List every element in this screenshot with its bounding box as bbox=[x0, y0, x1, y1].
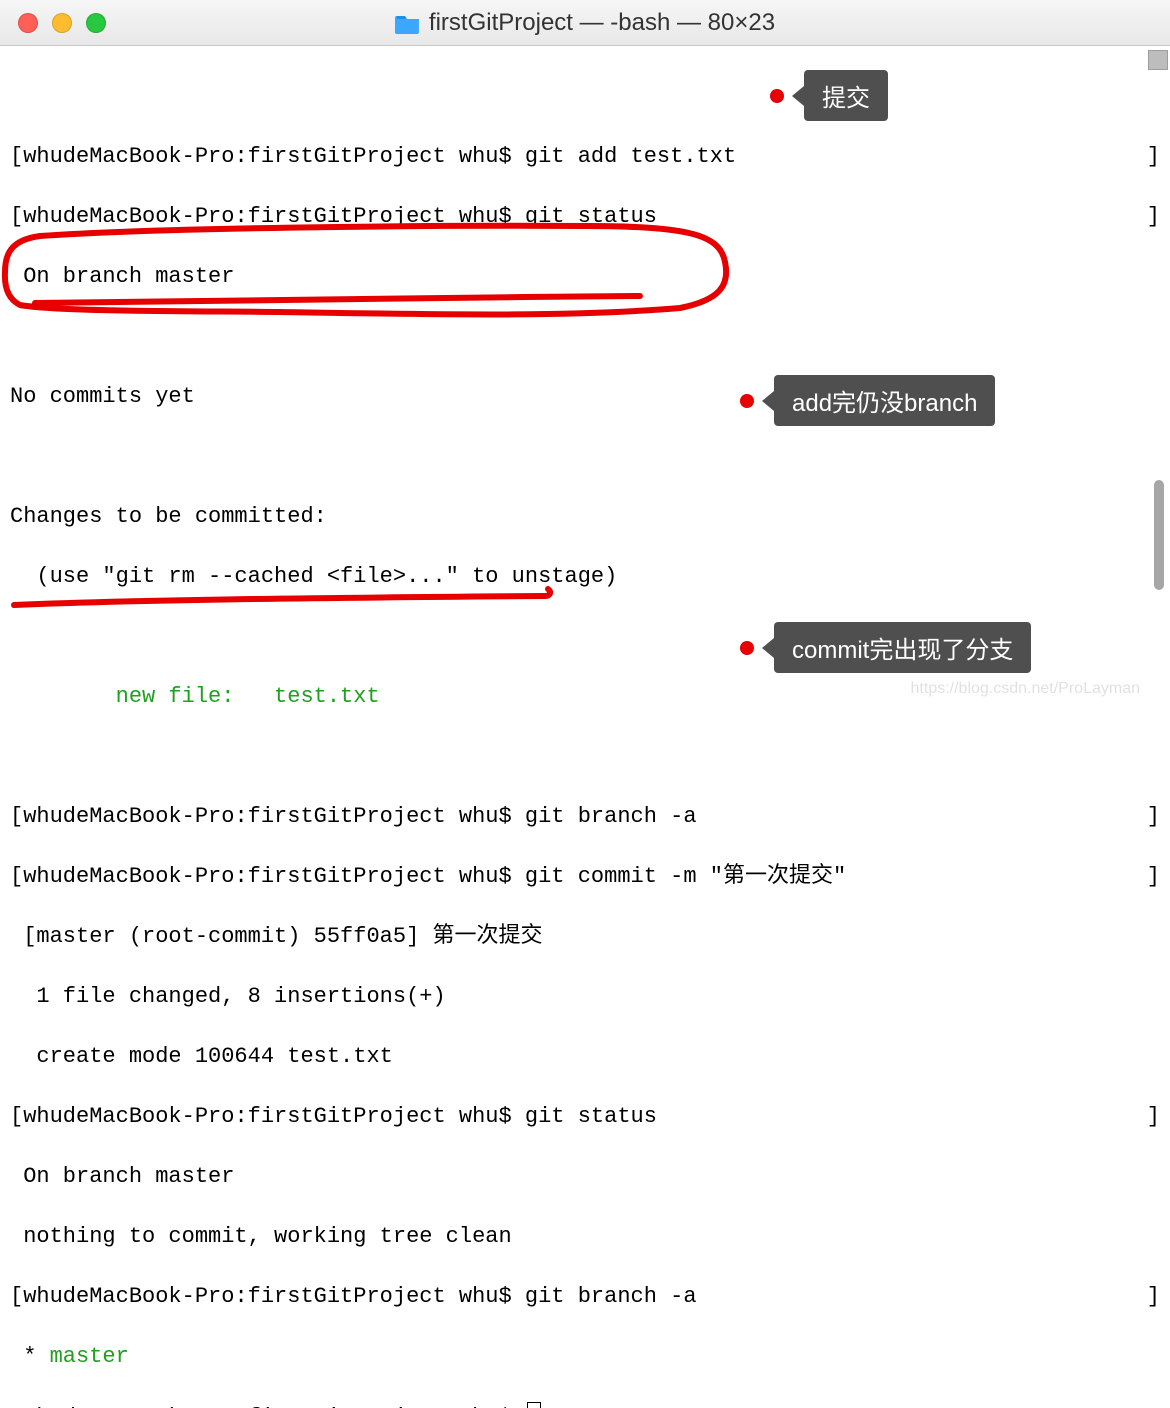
traffic-lights bbox=[18, 13, 106, 33]
annotation-bubble: add完仍没branch bbox=[774, 375, 995, 426]
watermark: https://blog.csdn.net/ProLayman bbox=[911, 680, 1140, 698]
prompt-line: [whudeMacBook-Pro:firstGitProject whu$ g… bbox=[10, 142, 1160, 172]
prompt-line: [whudeMacBook-Pro:firstGitProject whu$ g… bbox=[10, 862, 1160, 892]
annotation-add-no-branch: add完仍没branch bbox=[740, 375, 995, 426]
blank-line bbox=[10, 322, 1160, 352]
window-title: firstGitProject — -bash — 80×23 bbox=[395, 9, 775, 37]
output-line-branch-master: * master bbox=[10, 1342, 1160, 1372]
window-titlebar: firstGitProject — -bash — 80×23 bbox=[0, 0, 1170, 46]
output-line: [master (root-commit) 55ff0a5] 第一次提交 bbox=[10, 922, 1160, 952]
annotation-dot-icon bbox=[740, 641, 754, 655]
output-line: On branch master bbox=[10, 262, 1160, 292]
annotation-dot-icon bbox=[770, 89, 784, 103]
annotation-bubble: commit完出现了分支 bbox=[774, 622, 1031, 673]
prompt-line: [whudeMacBook-Pro:firstGitProject whu$ g… bbox=[10, 202, 1160, 232]
minimize-window-button[interactable] bbox=[52, 13, 72, 33]
prompt-line: [whudeMacBook-Pro:firstGitProject whu$ g… bbox=[10, 802, 1160, 832]
close-window-button[interactable] bbox=[18, 13, 38, 33]
prompt-line: [whudeMacBook-Pro:firstGitProject whu$ g… bbox=[10, 1102, 1160, 1132]
terminal-output[interactable]: [whudeMacBook-Pro:firstGitProject whu$ g… bbox=[0, 46, 1170, 1408]
folder-icon bbox=[395, 12, 421, 34]
prompt-line-cursor: whudeMacBook-Pro:firstGitProject whu$ bbox=[10, 1402, 1160, 1408]
blank-line bbox=[10, 82, 1160, 112]
output-line: nothing to commit, working tree clean bbox=[10, 1222, 1160, 1252]
annotation-commit-branch: commit完出现了分支 bbox=[740, 622, 1031, 673]
output-line: 1 file changed, 8 insertions(+) bbox=[10, 982, 1160, 1012]
output-line: create mode 100644 test.txt bbox=[10, 1042, 1160, 1072]
output-line: (use "git rm --cached <file>..." to unst… bbox=[10, 562, 1160, 592]
blank-line bbox=[10, 742, 1160, 772]
prompt-line: [whudeMacBook-Pro:firstGitProject whu$ g… bbox=[10, 1282, 1160, 1312]
cursor bbox=[527, 1402, 541, 1408]
annotation-dot-icon bbox=[740, 394, 754, 408]
blank-line bbox=[10, 442, 1160, 472]
annotation-commit: 提交 bbox=[770, 70, 888, 121]
window-title-text: firstGitProject — -bash — 80×23 bbox=[429, 9, 775, 37]
output-line: Changes to be committed: bbox=[10, 502, 1160, 532]
annotation-bubble: 提交 bbox=[804, 70, 888, 121]
output-line: On branch master bbox=[10, 1162, 1160, 1192]
maximize-window-button[interactable] bbox=[86, 13, 106, 33]
